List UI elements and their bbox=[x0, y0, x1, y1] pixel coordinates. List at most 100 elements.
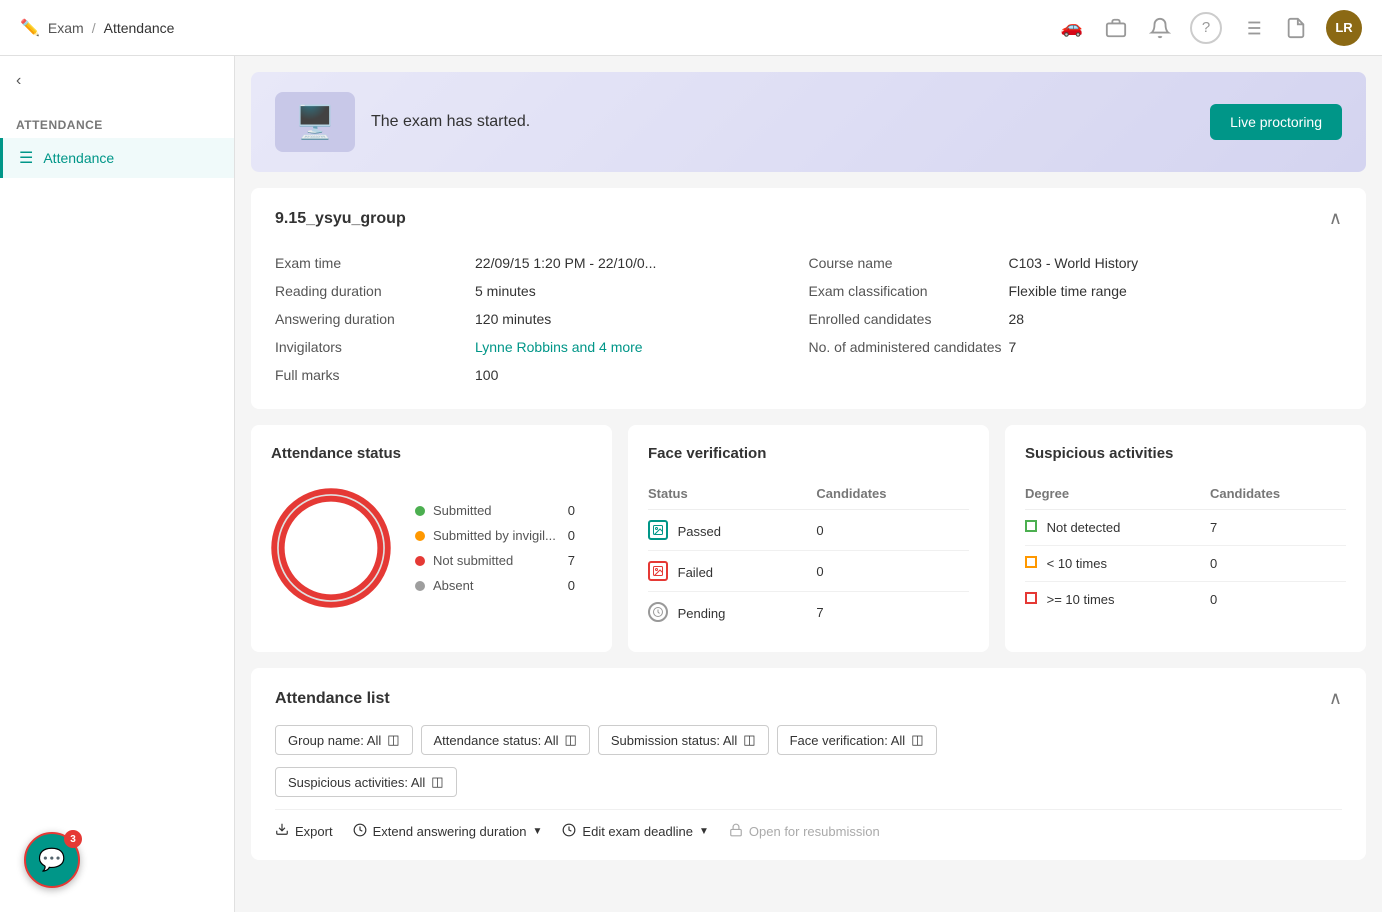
layout: ‹ Attendance ☰ Attendance 🖥️ The exam ha… bbox=[0, 56, 1382, 912]
attendance-list-title: Attendance list bbox=[275, 690, 390, 708]
face-verification-card: Face verification Status Candidates bbox=[628, 425, 989, 652]
reading-duration-value: 5 minutes bbox=[475, 283, 536, 299]
document-icon[interactable] bbox=[1282, 14, 1310, 42]
fv-failed-count: 0 bbox=[816, 551, 969, 592]
fv-failed-label: Failed bbox=[678, 565, 713, 580]
attendance-list-card: Attendance list ∧ Group name: All ◫ Atte… bbox=[251, 668, 1366, 860]
not-submitted-label: Not submitted bbox=[433, 553, 560, 568]
invigilators-value[interactable]: Lynne Robbins and 4 more bbox=[475, 339, 643, 355]
sus-gte10-count: 0 bbox=[1210, 582, 1346, 618]
submitted-invigil-dot bbox=[415, 531, 425, 541]
suspicious-activities-filter[interactable]: Suspicious activities: All ◫ bbox=[275, 767, 457, 797]
sus-row-less10: < 10 times 0 bbox=[1025, 546, 1346, 582]
fv-failed-status: Failed bbox=[648, 551, 816, 592]
attendance-status-filter[interactable]: Attendance status: All ◫ bbox=[421, 725, 590, 755]
exam-class-label: Exam classification bbox=[809, 283, 1009, 299]
submission-status-filter-label: Submission status: All bbox=[611, 733, 737, 748]
suspicious-activities-table: Degree Candidates Not detected 7 bbox=[1025, 478, 1346, 617]
top-nav: ✏️ Exam / Attendance 🚗 ? LR bbox=[0, 0, 1382, 56]
suspicious-activities-title: Suspicious activities bbox=[1025, 445, 1346, 462]
exam-class-value: Flexible time range bbox=[1009, 283, 1127, 299]
sus-col-candidates: Candidates bbox=[1210, 478, 1346, 510]
submission-status-filter-icon: ◫ bbox=[743, 732, 755, 748]
avatar[interactable]: LR bbox=[1326, 10, 1362, 46]
full-marks-value: 100 bbox=[475, 367, 498, 383]
passed-icon bbox=[648, 520, 668, 540]
suspicious-activities-filter-icon: ◫ bbox=[431, 774, 443, 790]
group-name-filter-label: Group name: All bbox=[288, 733, 381, 748]
fv-pending-count: 7 bbox=[816, 592, 969, 633]
chat-icon: 💬 bbox=[38, 847, 65, 873]
face-verification-filter-label: Face verification: All bbox=[790, 733, 906, 748]
exam-time-label: Exam time bbox=[275, 255, 475, 271]
info-col-right: Course name C103 - World History Exam cl… bbox=[809, 249, 1343, 389]
deadline-clock-icon bbox=[562, 823, 576, 840]
info-row-fullmarks: Full marks 100 bbox=[275, 361, 809, 389]
attendance-list-collapse-icon[interactable]: ∧ bbox=[1329, 688, 1342, 709]
info-col-left: Exam time 22/09/15 1:20 PM - 22/10/0... … bbox=[275, 249, 809, 389]
group-name-filter[interactable]: Group name: All ◫ bbox=[275, 725, 413, 755]
legend-not-submitted: Not submitted 7 bbox=[415, 553, 575, 568]
fv-row-passed: Passed 0 bbox=[648, 510, 969, 551]
chevron-left-icon: ‹ bbox=[16, 72, 21, 90]
gte10-dot bbox=[1025, 592, 1037, 604]
filter-row: Group name: All ◫ Attendance status: All… bbox=[275, 725, 1342, 755]
sidebar-toggle[interactable]: ‹ bbox=[0, 56, 234, 106]
enrolled-value: 28 bbox=[1009, 311, 1025, 327]
full-marks-label: Full marks bbox=[275, 367, 475, 383]
info-row-course: Course name C103 - World History bbox=[809, 249, 1343, 277]
face-verification-filter[interactable]: Face verification: All ◫ bbox=[777, 725, 937, 755]
submission-status-filter[interactable]: Submission status: All ◫ bbox=[598, 725, 769, 755]
collapse-icon[interactable]: ∧ bbox=[1329, 208, 1342, 229]
enrolled-label: Enrolled candidates bbox=[809, 311, 1009, 327]
exam-started-banner: 🖥️ The exam has started. Live proctoring bbox=[251, 72, 1366, 172]
edit-icon: ✏️ bbox=[20, 18, 40, 38]
sus-not-detected-count: 7 bbox=[1210, 510, 1346, 546]
sus-less10-label: < 10 times bbox=[1025, 546, 1210, 582]
export-button[interactable]: Export bbox=[275, 822, 333, 840]
exam-card-header: 9.15_ysyu_group ∧ bbox=[275, 208, 1342, 229]
fv-row-failed: Failed 0 bbox=[648, 551, 969, 592]
briefcase-icon[interactable] bbox=[1102, 14, 1130, 42]
question-icon[interactable]: ? bbox=[1190, 12, 1222, 44]
list-icon[interactable] bbox=[1238, 14, 1266, 42]
course-name-label: Course name bbox=[809, 255, 1009, 271]
info-row-answering: Answering duration 120 minutes bbox=[275, 305, 809, 333]
submitted-label: Submitted bbox=[433, 503, 560, 518]
invigilators-label: Invigilators bbox=[275, 339, 475, 355]
administered-label: No. of administered candidates bbox=[809, 339, 1009, 355]
legend-submitted-invigil: Submitted by invigil... 0 bbox=[415, 528, 575, 543]
fv-passed-status: Passed bbox=[648, 510, 816, 551]
edit-deadline-button[interactable]: Edit exam deadline ▼ bbox=[562, 823, 708, 840]
sidebar-item-attendance[interactable]: ☰ Attendance bbox=[0, 138, 234, 178]
lock-icon bbox=[729, 823, 743, 840]
not-submitted-dot bbox=[415, 556, 425, 566]
info-row-invigilators: Invigilators Lynne Robbins and 4 more bbox=[275, 333, 809, 361]
attendance-list-header: Attendance list ∧ bbox=[275, 688, 1342, 709]
breadcrumb-exam[interactable]: Exam bbox=[48, 20, 84, 36]
attendance-legend: Submitted 0 Submitted by invigil... 0 No… bbox=[415, 503, 575, 593]
less10-dot bbox=[1025, 556, 1037, 568]
edit-deadline-chevron-icon: ▼ bbox=[699, 826, 709, 837]
not-detected-dot bbox=[1025, 520, 1037, 532]
pending-icon bbox=[648, 602, 668, 622]
open-resubmission-button: Open for resubmission bbox=[729, 823, 880, 840]
sidebar: ‹ Attendance ☰ Attendance bbox=[0, 56, 235, 912]
live-proctoring-button[interactable]: Live proctoring bbox=[1210, 104, 1342, 140]
edit-deadline-label: Edit exam deadline bbox=[582, 824, 693, 839]
info-row-enrolled: Enrolled candidates 28 bbox=[809, 305, 1343, 333]
chat-badge: 3 bbox=[64, 830, 82, 848]
exam-info-card: 9.15_ysyu_group ∧ Exam time 22/09/15 1:2… bbox=[251, 188, 1366, 409]
submitted-dot bbox=[415, 506, 425, 516]
export-label: Export bbox=[295, 824, 333, 839]
chat-bubble[interactable]: 3 💬 bbox=[24, 832, 80, 888]
fv-pending-label: Pending bbox=[678, 606, 726, 621]
exam-info-grid: Exam time 22/09/15 1:20 PM - 22/10/0... … bbox=[275, 249, 1342, 389]
bell-icon[interactable] bbox=[1146, 14, 1174, 42]
extend-answering-button[interactable]: Extend answering duration ▼ bbox=[353, 823, 543, 840]
main-content: 🖥️ The exam has started. Live proctoring… bbox=[235, 56, 1382, 912]
sus-less10-count: 0 bbox=[1210, 546, 1346, 582]
attendance-status-title: Attendance status bbox=[271, 445, 592, 462]
donut-svg bbox=[271, 488, 391, 608]
car-icon: 🚗 bbox=[1058, 14, 1086, 42]
